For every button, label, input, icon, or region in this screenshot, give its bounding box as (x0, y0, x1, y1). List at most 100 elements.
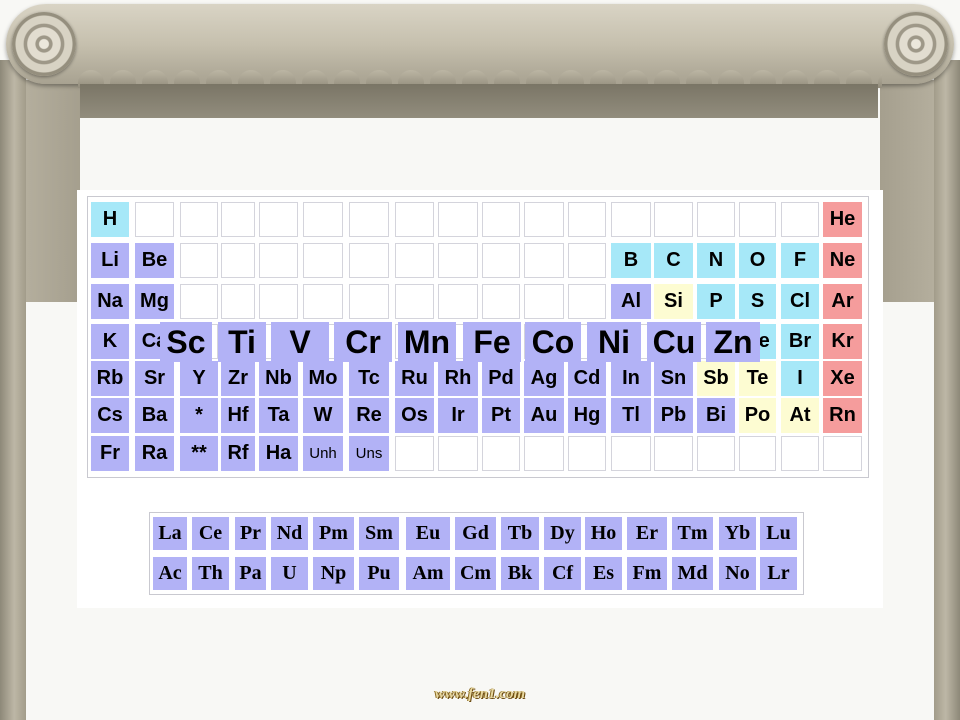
right-column-inner (880, 80, 934, 302)
element-cell-Li: Li (91, 243, 129, 278)
empty-cell (739, 202, 776, 237)
element-cell-Cd: Cd (568, 361, 606, 396)
element-cell-Pb: Pb (654, 398, 693, 433)
empty-cell (482, 436, 520, 471)
element-cell-O: O (739, 243, 776, 278)
element-cell-Re: Re (349, 398, 389, 433)
element-cell-Rf: Rf (221, 436, 255, 471)
element-cell-Rn: Rn (823, 398, 862, 433)
f-block-cell-Tb: Tb (501, 517, 539, 550)
element-cell-Hg: Hg (568, 398, 606, 433)
f-block-cell-Cf: Cf (544, 557, 581, 590)
element-cell-Mg: Mg (135, 284, 174, 319)
element-cell-Cs: Cs (91, 398, 129, 433)
element-cell-N: N (697, 243, 735, 278)
f-block-cell-Ac: Ac (153, 557, 187, 590)
capital-lintel (80, 84, 878, 118)
empty-cell (395, 243, 434, 278)
element-cell-Rb: Rb (91, 361, 129, 396)
f-block-cell-Bk: Bk (501, 557, 539, 590)
empty-cell (221, 243, 255, 278)
f-block-cell-Pu: Pu (359, 557, 399, 590)
left-column-inner (26, 80, 80, 302)
element-cell-Zr: Zr (221, 361, 255, 396)
empty-cell (524, 202, 564, 237)
element-cell-Cl: Cl (781, 284, 819, 319)
element-cell-In: In (611, 361, 651, 396)
right-column-shaft (934, 60, 960, 720)
f-block-cell-Ho: Ho (585, 517, 622, 550)
highlight-element-Fe: Fe (463, 322, 521, 362)
empty-cell (697, 436, 735, 471)
element-cell-Ne: Ne (823, 243, 862, 278)
empty-cell (259, 202, 298, 237)
element-cell-C: C (654, 243, 693, 278)
highlight-element-Ti: Ti (218, 322, 266, 362)
f-block-cell-Yb: Yb (719, 517, 756, 550)
element-cell-Tc: Tc (349, 361, 389, 396)
empty-cell (654, 436, 693, 471)
f-block-cell-No: No (719, 557, 756, 590)
empty-cell (180, 202, 218, 237)
f-block-cell-Nd: Nd (271, 517, 308, 550)
element-cell-Sn: Sn (654, 361, 693, 396)
empty-cell (568, 436, 606, 471)
f-block-cell-Eu: Eu (406, 517, 450, 550)
f-block-cell-Pm: Pm (313, 517, 354, 550)
element-cell-Al: Al (611, 284, 651, 319)
highlight-element-Mn: Mn (398, 322, 456, 362)
element-cell-Ir: Ir (438, 398, 478, 433)
empty-cell (524, 284, 564, 319)
empty-cell (303, 202, 343, 237)
f-block-cell-U: U (271, 557, 308, 590)
empty-cell (349, 243, 389, 278)
element-cell-Br: Br (781, 324, 819, 359)
f-block-cell-Pr: Pr (235, 517, 266, 550)
left-column-shaft (0, 60, 26, 720)
f-block-cell-Dy: Dy (544, 517, 581, 550)
empty-cell (135, 202, 174, 237)
empty-cell (303, 284, 343, 319)
transition-metals-highlight-row: Sc Ti V Cr Mn Fe Co Ni Cu Zn (160, 322, 760, 362)
empty-cell (482, 284, 520, 319)
element-cell-Be: Be (135, 243, 174, 278)
highlight-element-Cu: Cu (647, 322, 701, 362)
site-watermark: www.fen1.com (434, 686, 526, 702)
element-cell-Rh: Rh (438, 361, 478, 396)
empty-cell (180, 243, 218, 278)
f-block-cell-Ce: Ce (192, 517, 229, 550)
element-cell-Na: Na (91, 284, 129, 319)
element-cell-K: K (91, 324, 129, 359)
element-cell-Bi: Bi (697, 398, 735, 433)
element-cell-Ag: Ag (524, 361, 564, 396)
empty-cell (349, 284, 389, 319)
element-cell-Y: Y (180, 361, 218, 396)
element-cell-Sb: Sb (697, 361, 735, 396)
element-cell-F: F (781, 243, 819, 278)
empty-cell (482, 243, 520, 278)
element-cell-Uns: Uns (349, 436, 389, 471)
left-volute-scroll (12, 12, 76, 76)
empty-cell (438, 284, 478, 319)
element-cell-Pt: Pt (482, 398, 520, 433)
f-block-cell-Pa: Pa (235, 557, 266, 590)
right-volute-scroll (884, 12, 948, 76)
empty-cell (524, 436, 564, 471)
element-cell-Ta: Ta (259, 398, 298, 433)
f-block-cell-Tm: Tm (672, 517, 713, 550)
f-block-cell-Sm: Sm (359, 517, 399, 550)
element-cell-Nb: Nb (259, 361, 298, 396)
element-cell-I: I (781, 361, 819, 396)
f-block-cell-Es: Es (585, 557, 622, 590)
element-cell-starstar: ** (180, 436, 218, 471)
element-cell-Mo: Mo (303, 361, 343, 396)
element-cell-Te: Te (739, 361, 776, 396)
element-cell-At: At (781, 398, 819, 433)
empty-cell (568, 284, 606, 319)
empty-cell (781, 202, 819, 237)
empty-cell (568, 202, 606, 237)
empty-cell (611, 202, 651, 237)
empty-cell (303, 243, 343, 278)
empty-cell (482, 202, 520, 237)
highlight-element-V: V (271, 322, 329, 362)
